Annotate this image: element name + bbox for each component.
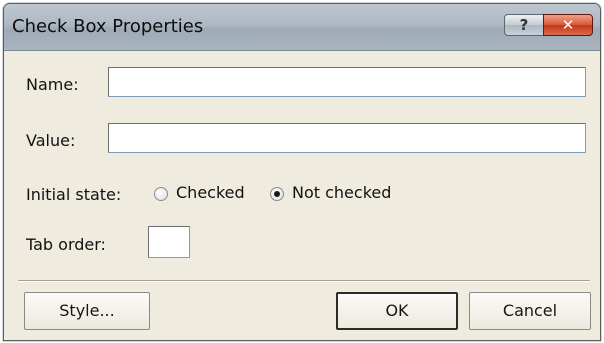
tab-order-label: Tab order: (26, 235, 106, 254)
ok-button[interactable]: OK (336, 292, 458, 330)
window-title: Check Box Properties (12, 16, 204, 37)
checked-radio-label[interactable]: Checked (176, 183, 245, 202)
tab-order-input[interactable] (148, 226, 190, 258)
not-checked-radio-label[interactable]: Not checked (292, 183, 391, 202)
check-box-properties-dialog: Check Box Properties ? ✕ Name: Value: In… (3, 3, 601, 341)
initial-state-label: Initial state: (26, 185, 122, 204)
title-bar[interactable]: Check Box Properties ? ✕ (4, 4, 600, 51)
cancel-button[interactable]: Cancel (469, 292, 591, 330)
name-input[interactable] (108, 67, 586, 97)
style-button[interactable]: Style... (24, 292, 150, 330)
value-input[interactable] (108, 123, 586, 153)
separator (18, 280, 590, 282)
help-button[interactable]: ? (504, 14, 544, 36)
not-checked-radio[interactable] (270, 187, 284, 201)
checked-radio[interactable] (154, 187, 168, 201)
value-label: Value: (26, 131, 76, 150)
name-label: Name: (26, 75, 79, 94)
close-button[interactable]: ✕ (543, 14, 593, 36)
